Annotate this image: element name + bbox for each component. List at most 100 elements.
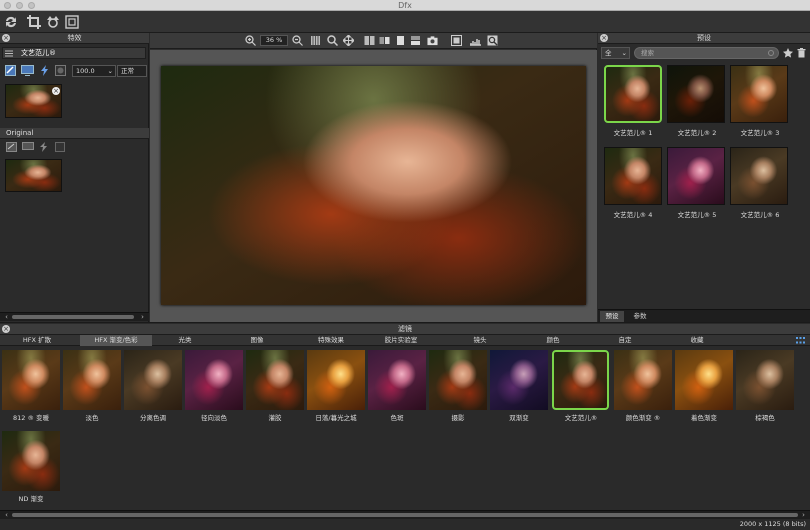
brush-icon[interactable] [6, 142, 17, 152]
close-icon[interactable]: × [2, 325, 10, 333]
original-thumbnail[interactable] [5, 159, 62, 192]
preset-thumbnail-3[interactable] [730, 65, 788, 123]
scroll-right-icon[interactable]: › [799, 511, 808, 520]
single-view-icon[interactable] [395, 35, 406, 46]
filter-thumbnail[interactable] [675, 350, 733, 410]
close-icon[interactable]: × [600, 34, 608, 42]
zoom-in-icon[interactable] [245, 35, 256, 46]
mask-icon[interactable] [55, 142, 65, 152]
rotate-icon[interactable] [45, 14, 61, 30]
star-icon[interactable] [783, 48, 793, 58]
category-hfx-gradient[interactable]: HFX 渐变/色彩 [80, 335, 152, 346]
category-favorites[interactable]: 收藏 [672, 335, 722, 346]
loupe-icon[interactable] [487, 35, 498, 46]
category-hfx-diffusion[interactable]: HFX 扩散 [6, 335, 68, 346]
crop-icon[interactable] [26, 14, 42, 30]
left-panel-scrollbar[interactable]: ‹ › [0, 312, 149, 321]
main-toolbar [0, 11, 810, 33]
scroll-thumb[interactable] [12, 513, 798, 517]
category-color[interactable]: 颜色 [528, 335, 578, 346]
preset-thumbnail-4[interactable] [604, 147, 662, 205]
filter-thumbnail[interactable] [185, 350, 243, 410]
preset-thumbnail-6[interactable] [730, 147, 788, 205]
blend-mode-select[interactable]: 正常 [117, 65, 147, 77]
scroll-left-icon[interactable]: ‹ [2, 313, 11, 322]
preset-thumbnail-2[interactable] [667, 65, 725, 123]
preview-image[interactable] [161, 66, 586, 305]
tab-parameters[interactable]: 参数 [628, 311, 652, 322]
filter-thumbnail[interactable] [736, 350, 794, 410]
filter-thumbnail-selected[interactable] [552, 350, 609, 410]
effect-layer-row[interactable]: 文艺范儿® [2, 47, 146, 59]
scroll-left-icon[interactable]: ‹ [2, 511, 11, 520]
opacity-input[interactable]: 100.0 ⌄ [72, 65, 116, 77]
mask-icon[interactable] [55, 65, 66, 76]
stepper-down-icon[interactable]: ⌄ [108, 66, 113, 76]
filters-panel-title: 滤镜 [398, 325, 412, 333]
filters-scrollbar[interactable]: ‹ › [0, 510, 810, 519]
category-light[interactable]: 光类 [160, 335, 210, 346]
preset-thumbnail-5[interactable] [667, 147, 725, 205]
filters-panel: × 滤镜 HFX 扩散 HFX 渐变/色彩 光类 图像 特殊效果 胶片实验室 镜… [0, 322, 810, 530]
scroll-thumb[interactable] [12, 315, 134, 319]
before-after-icon[interactable] [410, 35, 421, 46]
hand-tool-icon[interactable] [310, 35, 321, 46]
magnifier-icon[interactable] [327, 35, 338, 46]
preview-toolbar: 36 % [150, 33, 597, 49]
filter-label: 色斑 [390, 414, 404, 422]
filter-label: ND 渐变 [18, 495, 44, 503]
lightning-icon[interactable] [39, 142, 49, 152]
clear-search-icon[interactable] [768, 50, 774, 56]
fit-screen-icon[interactable] [451, 35, 462, 46]
preset-label: 文艺范儿® 3 [740, 129, 780, 137]
category-image[interactable]: 图像 [232, 335, 282, 346]
category-special-effects[interactable]: 特殊效果 [300, 335, 362, 346]
filter-thumbnail[interactable] [2, 431, 60, 491]
search-placeholder: 搜索 [641, 49, 654, 57]
category-film-lab[interactable]: 胶片实验室 [370, 335, 432, 346]
refresh-icon[interactable] [3, 14, 19, 30]
preset-label: 文艺范儿® 1 [613, 129, 653, 137]
filter-label: 摄影 [451, 414, 465, 422]
remove-effect-icon[interactable]: × [52, 87, 60, 95]
filter-thumbnail[interactable] [124, 350, 182, 410]
filter-thumbnail[interactable] [63, 350, 121, 410]
filters-panel-header: × 滤镜 [0, 324, 810, 335]
lightning-icon[interactable] [39, 65, 50, 76]
filter-label: 颜色渐变 ® [625, 414, 661, 422]
histogram-icon[interactable] [470, 35, 481, 46]
filter-thumbnail[interactable] [614, 350, 672, 410]
side-by-side-icon[interactable] [379, 35, 390, 46]
trash-icon[interactable] [797, 48, 806, 58]
filter-thumbnail[interactable] [368, 350, 426, 410]
filter-label: 812 ® 变暖 [12, 414, 50, 422]
split-view-icon[interactable] [364, 35, 375, 46]
zoom-out-icon[interactable] [292, 35, 303, 46]
fit-frame-icon[interactable] [64, 14, 80, 30]
scroll-right-icon[interactable]: › [138, 313, 147, 322]
filter-thumbnail[interactable] [246, 350, 304, 410]
effect-name: 文艺范儿® [21, 49, 56, 57]
filter-label: 日落/暮光之城 [315, 414, 357, 422]
filter-label: 径向淡色 [201, 414, 227, 422]
filter-thumbnail[interactable] [490, 350, 548, 410]
filter-thumbnail[interactable] [429, 350, 487, 410]
preview-canvas[interactable] [150, 50, 597, 322]
preset-filter-select[interactable]: 全 ⌄ [601, 47, 630, 59]
close-icon[interactable]: × [2, 34, 10, 42]
tab-presets[interactable]: 预设 [600, 311, 624, 322]
brush-icon[interactable] [5, 65, 16, 76]
grid-view-icon[interactable] [796, 337, 805, 344]
filter-thumbnail[interactable] [307, 350, 365, 410]
filter-thumbnail[interactable] [2, 350, 60, 410]
category-custom[interactable]: 自定 [600, 335, 650, 346]
pan-move-icon[interactable] [343, 35, 354, 46]
preset-thumbnail-1[interactable] [604, 65, 662, 123]
zoom-field[interactable]: 36 % [260, 35, 288, 46]
monitor-icon[interactable] [22, 142, 34, 152]
monitor-icon[interactable] [21, 65, 34, 76]
preview-area: 36 % [150, 33, 597, 322]
camera-icon[interactable] [427, 35, 438, 46]
preset-search-input[interactable]: 搜索 [634, 47, 779, 59]
category-lens[interactable]: 镜头 [455, 335, 505, 346]
